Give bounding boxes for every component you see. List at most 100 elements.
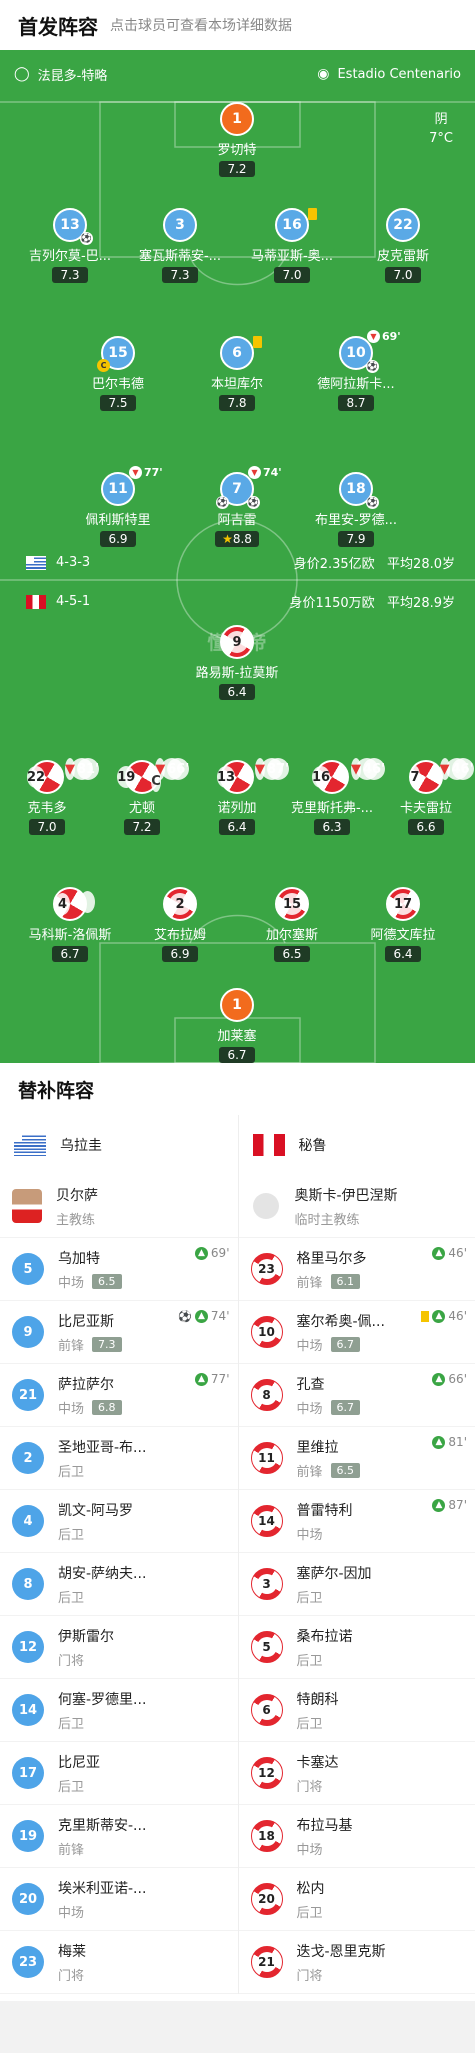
home-sub-row[interactable]: 12 伊斯雷尔 门将 <box>0 1616 238 1679</box>
away-sub-row[interactable]: 12 卡塞达 门将 <box>238 1742 475 1805</box>
sub-name: 伊斯雷尔 <box>58 1628 114 1645</box>
player-name: 卡夫雷拉 <box>399 801 452 816</box>
home-sub-row[interactable]: 8 胡安-萨纳夫... 后卫 <box>0 1553 238 1616</box>
sub-position-line: 后卫 <box>58 1587 146 1606</box>
away-age: 平均28.9岁 <box>387 596 455 611</box>
home-sub-row[interactable]: 17 比尼亚 后卫 <box>0 1742 238 1805</box>
home-player-18[interactable]: 18 ⚽ 布里安-罗德... 7.9 <box>301 472 411 547</box>
home-player-3[interactable]: 3 塞瓦斯蒂安-... 7.3 <box>125 208 235 283</box>
sub-position: 前锋 <box>296 1464 323 1480</box>
sub-name: 乌加特 <box>58 1250 100 1267</box>
assist-icon: ⚽ <box>247 496 260 509</box>
home-sub-row[interactable]: 20 埃米利亚诺-... 中场 <box>0 1868 238 1931</box>
home-sub-row[interactable]: 4 凯文-阿马罗 后卫 <box>0 1490 238 1553</box>
away-sub-row[interactable]: 21 迭戈-恩里克斯 门将 <box>238 1931 475 1994</box>
away-sub-row[interactable]: 8 孔查 中场 6.7 ▲ 66' <box>238 1364 475 1427</box>
home-player-22[interactable]: 22 皮克雷斯 7.0 <box>348 208 458 283</box>
home-player-15[interactable]: 15 C 巴尔韦德 7.5 <box>63 336 173 411</box>
match-info-bar: ◯ 法昆多-特略 ◉ Estadio Centenario <box>0 50 475 98</box>
sub-position-line: 后卫 <box>58 1461 146 1480</box>
away-sub-row[interactable]: 11 里维拉 前锋 6.5 ▲ 81' <box>238 1427 475 1490</box>
away-player-17[interactable]: 17 阿德文库拉 6.4 <box>348 887 458 962</box>
away-player-15[interactable]: 15 加尔塞斯 6.5 <box>237 887 347 962</box>
away-sub-row[interactable]: 5 桑布拉诺 后卫 <box>238 1616 475 1679</box>
home-player-13[interactable]: 13 ⚽ 吉列尔莫-巴... 7.3 <box>15 208 125 283</box>
player-rating: 6.9 <box>162 946 198 962</box>
sub-number: 17 <box>12 1757 44 1789</box>
away-sub-row[interactable]: 23 格里马尔多 前锋 6.1 ▲ 46' <box>238 1238 475 1301</box>
sub-out-badge: ▼ 66' <box>155 758 189 780</box>
player-number: 16 <box>275 208 317 242</box>
sub-name: 塞尔希奥-佩... <box>296 1313 385 1330</box>
sub-position-line: 中场 <box>297 1839 353 1858</box>
away-player-7[interactable]: 7 ▼ 46' 卡夫雷拉 6.6 <box>371 758 475 835</box>
sub-number: 14 <box>250 1505 283 1537</box>
player-number: 17 <box>386 887 420 921</box>
home-player-6[interactable]: 6 本坦库尔 7.8 <box>182 336 292 411</box>
sub-name: 比尼亚斯 <box>58 1313 114 1330</box>
home-player-11[interactable]: 11 ▼ 77' 佩利斯特里 6.9 <box>63 466 173 547</box>
away-player-9[interactable]: 9 路易斯-拉莫斯 6.4 <box>182 625 292 700</box>
away-coach-row[interactable]: 奥斯卡-伊巴涅斯 临时主教练 <box>238 1175 475 1238</box>
away-player-1[interactable]: 1 加莱塞 6.7 <box>182 988 292 1063</box>
home-sub-row[interactable]: 5 乌加特 中场 6.5 ▲ 69' <box>0 1238 238 1301</box>
home-sub-row[interactable]: 14 何塞-罗德里... 后卫 <box>0 1679 238 1742</box>
whistle-icon: ◯ <box>14 66 30 82</box>
away-sub-row[interactable]: 18 布拉马基 中场 <box>238 1805 475 1868</box>
sub-out-badge: ▼ 77' <box>129 466 163 479</box>
sub-position: 中场 <box>58 1401 85 1417</box>
stadium-icon: ◉ <box>317 66 330 82</box>
sub-position-line: 门将 <box>58 1965 86 1984</box>
away-player-13[interactable]: 13 ▼ 87' 诺列加 6.4 <box>182 758 292 835</box>
player-name: 布里安-罗德... <box>314 513 398 528</box>
sub-number: 12 <box>12 1631 44 1663</box>
sub-name: 埃米利亚诺-... <box>58 1880 147 1897</box>
player-rating: 8.7 <box>338 395 374 411</box>
away-sub-row[interactable]: 6 特朗科 后卫 <box>238 1679 475 1742</box>
sub-in-minute: 66' <box>448 1372 467 1386</box>
away-sub-row[interactable]: 10 塞尔希奥-佩... 中场 6.7 ▲ 46' <box>238 1301 475 1364</box>
away-sub-list: 23 格里马尔多 前锋 6.1 ▲ 46' 10 塞尔希奥-佩... 中场 6.7 ▲ 46' 8 孔查中… <box>238 1238 475 1994</box>
sub-position-line: 前锋 7.3 <box>58 1335 122 1354</box>
coach-avatar <box>12 1189 42 1223</box>
home-coach-row[interactable]: 贝尔萨 主教练 <box>0 1175 238 1238</box>
home-player-1[interactable]: 1 罗切特 7.2 <box>182 102 292 177</box>
home-sub-row[interactable]: 9 比尼亚斯 前锋 7.3 ⚽ ▲ 74' <box>0 1301 238 1364</box>
coach-name: 贝尔萨 <box>56 1187 98 1204</box>
player-rating: 7.8 <box>219 395 255 411</box>
uruguay-flag-icon <box>14 1134 46 1156</box>
player-rating: 6.5 <box>274 946 310 962</box>
sub-position: 后卫 <box>58 1590 85 1606</box>
away-sub-row[interactable]: 14 普雷特利 中场 ▲ 87' <box>238 1490 475 1553</box>
away-player-19[interactable]: 19 ▼ 66' C 尤顿 7.2 <box>87 758 197 835</box>
player-name: 巴尔韦德 <box>91 377 144 392</box>
home-player-16[interactable]: 16 马蒂亚斯-奥... 7.0 <box>237 208 347 283</box>
player-name: 诺列加 <box>217 801 257 816</box>
player-rating: 7.3 <box>52 267 88 283</box>
sub-position: 后卫 <box>58 1716 85 1732</box>
sub-position: 后卫 <box>296 1905 323 1921</box>
away-player-4[interactable]: 4 马科斯-洛佩斯 6.7 <box>15 887 125 962</box>
home-sub-row[interactable]: 21 萨拉萨尔 中场 6.8 ▲ 77' <box>0 1364 238 1427</box>
referee-name: 法昆多-特略 <box>37 68 108 84</box>
sub-rating: 6.7 <box>330 1399 361 1415</box>
sub-name: 普雷特利 <box>296 1502 353 1519</box>
player-number: 22 <box>386 208 420 242</box>
sub-number: 20 <box>12 1883 44 1915</box>
home-player-10[interactable]: 10 ▼ 69' ⚽ 德阿拉斯卡... 8.7 <box>301 330 411 411</box>
player-rating: 6.4 <box>219 684 255 700</box>
sub-position: 前锋 <box>58 1338 85 1354</box>
home-sub-row[interactable]: 19 克里斯蒂安-... 前锋 <box>0 1805 238 1868</box>
sub-name: 格里马尔多 <box>296 1250 367 1267</box>
away-sub-row[interactable]: 20 松内 后卫 <box>238 1868 475 1931</box>
home-sub-row[interactable]: 23 梅莱 门将 <box>0 1931 238 1994</box>
player-name: 皮克雷斯 <box>376 249 429 264</box>
home-player-7[interactable]: 7 ▼ 74' ⚽ ⚽ 阿吉雷 ★8.8 <box>182 466 292 547</box>
sub-in-minute: 74' <box>210 1309 230 1323</box>
away-player-2[interactable]: 2 艾布拉姆 6.9 <box>125 887 235 962</box>
away-sub-row[interactable]: 3 塞萨尔-因加 后卫 <box>238 1553 475 1616</box>
away-value: 身价1150万欧 <box>289 596 375 611</box>
sub-position: 门将 <box>296 1779 323 1795</box>
goal-icon: ⚽ <box>178 1309 192 1323</box>
home-sub-row[interactable]: 2 圣地亚哥-布... 后卫 <box>0 1427 238 1490</box>
